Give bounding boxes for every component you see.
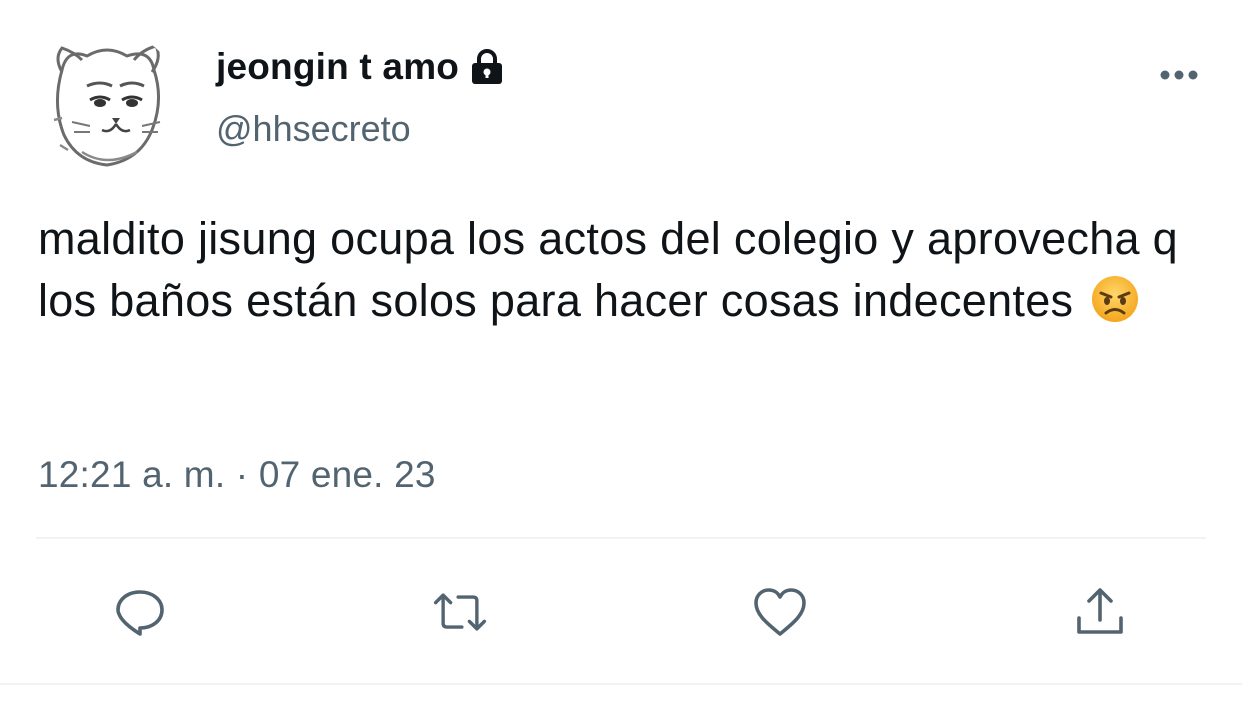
reply-icon xyxy=(116,590,164,636)
author-name-row: jeongin t amo xyxy=(216,40,505,94)
share-button[interactable] xyxy=(1070,584,1130,640)
tweet-text-content: maldito jisung ocupa los actos del coleg… xyxy=(38,213,1178,326)
reply-button[interactable] xyxy=(110,584,170,640)
tweet-text: maldito jisung ocupa los actos del coleg… xyxy=(38,208,1218,332)
more-icon[interactable] xyxy=(1154,58,1204,88)
share-icon xyxy=(1077,588,1123,634)
tweet-timestamp[interactable]: 12:21 a. m. · 07 ene. 23 xyxy=(38,454,436,496)
display-name[interactable]: jeongin t amo xyxy=(216,46,459,88)
avatar[interactable] xyxy=(32,30,182,180)
avatar-image xyxy=(32,30,182,180)
retweet-button[interactable] xyxy=(430,584,490,640)
timestamp-separator: · xyxy=(235,454,249,495)
retweet-icon xyxy=(433,593,487,631)
tweet-time: 12:21 a. m. xyxy=(38,454,226,495)
angry-face-emoji xyxy=(1090,274,1140,324)
like-button[interactable] xyxy=(750,584,810,640)
divider xyxy=(36,537,1206,539)
heart-icon xyxy=(754,588,806,636)
tweet-date: 07 ene. 23 xyxy=(258,454,436,495)
handle[interactable]: @hhsecreto xyxy=(216,108,411,150)
lock-icon xyxy=(469,48,505,86)
bottom-divider xyxy=(0,683,1242,685)
